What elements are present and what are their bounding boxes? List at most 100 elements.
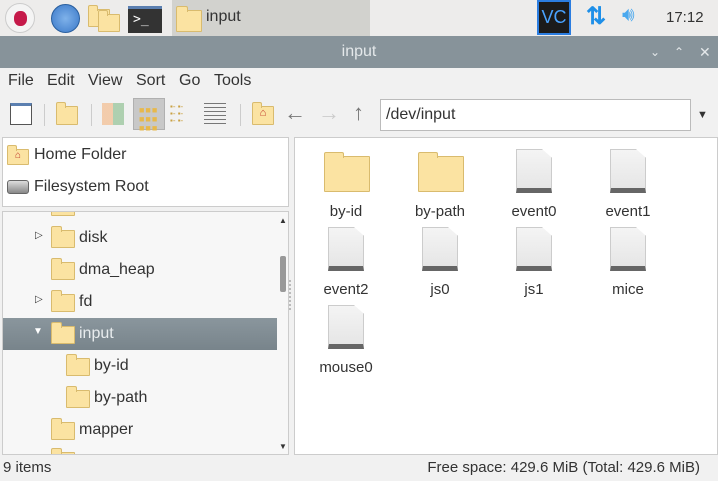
- task-label: input: [206, 8, 241, 25]
- expand-icon[interactable]: ▷: [35, 230, 43, 241]
- thumbnail-view-button[interactable]: [102, 103, 124, 125]
- tree-item-by-path[interactable]: by-path: [3, 382, 277, 414]
- directory-tree: ▷ disk dma_heap ▷ fd ▼ input by-id by-path …: [2, 211, 289, 455]
- item-count: 9 items: [3, 459, 52, 476]
- compact-view-button[interactable]: ▪- ▪- ▪- ▪- ▪- ▪-: [170, 103, 192, 125]
- icon-view-button[interactable]: ■■■ ■■■ ■■■: [133, 98, 165, 133]
- menu-tools[interactable]: Tools: [214, 72, 251, 90]
- toolbar-separator: [44, 104, 45, 126]
- file-icon: [516, 227, 552, 271]
- places-label: Home Folder: [34, 146, 127, 163]
- folder-icon: [51, 290, 75, 312]
- tree-item-fd[interactable]: ▷ fd: [3, 286, 277, 318]
- file-name: by-id: [329, 203, 363, 220]
- home-button[interactable]: ⌂: [252, 102, 274, 125]
- volume-icon[interactable]: 🔊︎: [622, 4, 635, 27]
- location-input[interactable]: /dev/input: [380, 99, 691, 131]
- forward-arrow-icon[interactable]: →: [318, 100, 340, 126]
- file-name: event1: [605, 203, 651, 220]
- file-manager-icon[interactable]: [88, 5, 122, 32]
- file-name: js0: [430, 281, 450, 298]
- menu-file[interactable]: File: [8, 72, 34, 90]
- window-title: input: [341, 43, 377, 60]
- scroll-up-icon[interactable]: ▲: [279, 216, 287, 225]
- menu-view[interactable]: View: [88, 72, 122, 90]
- expand-icon[interactable]: ▷: [35, 294, 43, 305]
- file-item[interactable]: event1: [581, 142, 675, 220]
- tree-item-mapper[interactable]: mapper: [3, 414, 277, 446]
- maximize-button[interactable]: ⌃: [674, 36, 684, 68]
- new-window-button[interactable]: [10, 103, 32, 125]
- drive-icon: [7, 180, 29, 194]
- folder-icon: [324, 152, 370, 192]
- file-item[interactable]: by-path: [393, 142, 487, 220]
- scrollbar-thumb[interactable]: [280, 256, 286, 292]
- clock: 17:12: [666, 9, 704, 26]
- file-view: by-id by-path event0 event1 event2 js0 js1 mice…: [294, 137, 718, 455]
- vnc-icon[interactable]: VC: [537, 0, 571, 35]
- tree-label: fd: [79, 293, 93, 310]
- tree-item-disk[interactable]: ▷ disk: [3, 222, 277, 254]
- places-home-folder[interactable]: ⌂ Home Folder: [3, 140, 288, 170]
- file-item[interactable]: mice: [581, 220, 675, 298]
- minimize-button[interactable]: ⌄: [650, 36, 660, 68]
- file-item[interactable]: event2: [299, 220, 393, 298]
- places-filesystem-root[interactable]: Filesystem Root: [3, 172, 288, 202]
- close-button[interactable]: ✕: [699, 36, 711, 68]
- folder-icon: [51, 258, 75, 280]
- file-icon: [610, 227, 646, 271]
- browser-globe-icon[interactable]: [51, 4, 80, 33]
- folder-icon: [176, 6, 202, 32]
- network-arrows-icon[interactable]: ⇅: [586, 2, 606, 31]
- tree-label: by-path: [94, 389, 148, 406]
- file-icon: [328, 305, 364, 349]
- places-label: Filesystem Root: [34, 178, 149, 195]
- new-folder-button[interactable]: [56, 102, 78, 125]
- file-name: js1: [524, 281, 544, 298]
- tree-item-dma-heap[interactable]: dma_heap: [3, 254, 277, 286]
- folder-icon: [51, 226, 75, 248]
- file-icon: [422, 227, 458, 271]
- folder-icon: [51, 418, 75, 440]
- file-item[interactable]: js0: [393, 220, 487, 298]
- file-icon: [610, 149, 646, 193]
- task-button-input[interactable]: input: [172, 0, 370, 36]
- menubar: File Edit View Sort Go Tools: [0, 68, 718, 94]
- toolbar-separator: [91, 104, 92, 126]
- folder-icon: [51, 322, 75, 344]
- pane-splitter[interactable]: [289, 280, 292, 310]
- terminal-icon[interactable]: >_: [128, 6, 162, 33]
- toolbar-separator: [240, 104, 241, 126]
- file-item[interactable]: by-id: [299, 142, 393, 220]
- tree-scrollbar[interactable]: ▲ ▼: [277, 212, 288, 454]
- up-arrow-icon[interactable]: ↑: [353, 100, 364, 126]
- folder-icon: [418, 152, 464, 192]
- file-name: mouse0: [319, 359, 373, 376]
- file-name: mice: [612, 281, 644, 298]
- location-dropdown-icon[interactable]: ▼: [697, 109, 708, 121]
- raspberry-menu-icon[interactable]: [5, 3, 35, 33]
- home-folder-icon: ⌂: [7, 145, 29, 165]
- places-panel: ⌂ Home Folder Filesystem Root: [2, 137, 289, 207]
- file-item[interactable]: js1: [487, 220, 581, 298]
- tree-label: disk: [79, 229, 108, 246]
- file-icon: [328, 227, 364, 271]
- tree-item-input[interactable]: ▼ input: [3, 318, 277, 350]
- collapse-icon[interactable]: ▼: [33, 326, 43, 337]
- tree-item-by-id[interactable]: by-id: [3, 350, 277, 382]
- back-arrow-icon[interactable]: ←: [284, 100, 306, 126]
- file-item[interactable]: mouse0: [299, 298, 393, 376]
- status-bar: 9 items Free space: 429.6 MiB (Total: 42…: [0, 455, 718, 481]
- scroll-down-icon[interactable]: ▼: [279, 442, 287, 451]
- free-space: Free space: 429.6 MiB (Total: 429.6 MiB): [427, 459, 700, 476]
- menu-go[interactable]: Go: [179, 72, 200, 90]
- file-name: event2: [323, 281, 369, 298]
- file-item[interactable]: event0: [487, 142, 581, 220]
- window-titlebar[interactable]: input ⌄ ⌃ ✕: [0, 36, 718, 68]
- folder-icon: [66, 354, 90, 376]
- file-name: by-path: [414, 203, 466, 220]
- menu-edit[interactable]: Edit: [47, 72, 75, 90]
- menu-sort[interactable]: Sort: [136, 72, 165, 90]
- list-view-button[interactable]: [204, 103, 226, 125]
- tree-label: mapper: [79, 421, 134, 438]
